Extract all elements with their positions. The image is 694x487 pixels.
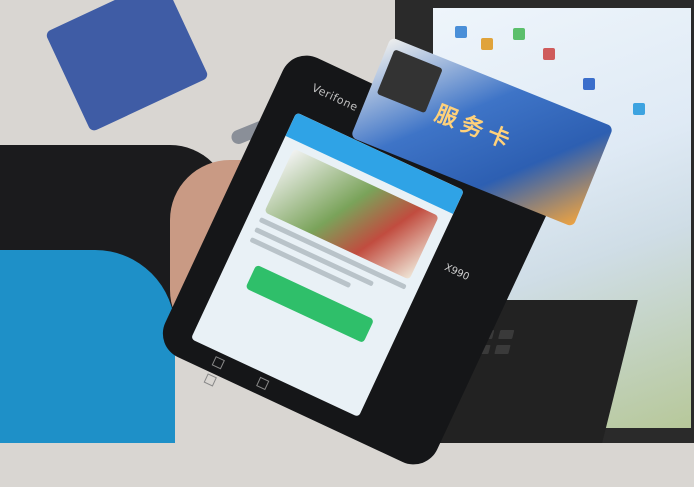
device-brand: Verifone [309, 81, 361, 115]
desktop-icon [583, 78, 595, 90]
blue-jacket [0, 250, 175, 443]
device-model: X990 [442, 262, 471, 284]
card-title: 服务卡 [431, 101, 519, 156]
back-button[interactable] [211, 356, 225, 370]
key [494, 345, 511, 354]
desktop-icon [543, 48, 555, 60]
key [498, 330, 515, 339]
menu-button[interactable] [203, 373, 217, 387]
desktop-icon [455, 26, 467, 38]
blue-basket [44, 0, 210, 133]
desktop-icon [633, 103, 645, 115]
desktop-icon [481, 38, 493, 50]
card-photo [376, 49, 443, 114]
desktop-icon [513, 28, 525, 40]
home-button[interactable] [256, 376, 270, 391]
